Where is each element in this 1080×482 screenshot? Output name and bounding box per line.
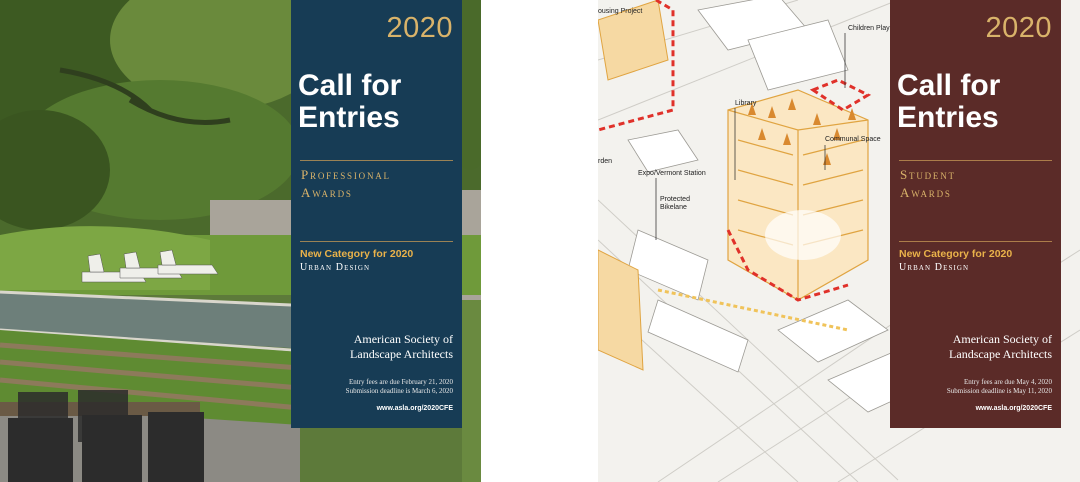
organization-name: American Society of Landscape Architects (949, 332, 1052, 361)
year-label: 2020 (386, 12, 453, 44)
deadline-text: Entry fees are due May 4, 2020 Submissio… (946, 378, 1052, 395)
communal-space-label: Communal Space (825, 136, 881, 143)
year-label: 2020 (985, 12, 1052, 44)
poster-info-panel: 2020 Call for Entries Student Awards New… (890, 0, 1061, 428)
poster-info-panel: 2020 Call for Entries Professional Award… (291, 0, 462, 428)
professional-awards-poster: 2020 Call for Entries Professional Award… (0, 0, 481, 482)
divider (899, 241, 1052, 242)
children-play-label: Children Play (848, 25, 890, 32)
deadline-text: Entry fees are due February 21, 2020 Sub… (345, 378, 453, 395)
category-name: Urban Design (300, 262, 371, 273)
garden-label: rden (598, 158, 613, 165)
category-name: Urban Design (899, 262, 970, 273)
library-label: Library (735, 100, 757, 107)
website-link[interactable]: www.asla.org/2020CFE (976, 405, 1052, 412)
new-category-label: New Category for 2020 (899, 248, 1013, 260)
award-type: Professional Awards (301, 167, 391, 200)
award-type: Student Awards (900, 167, 956, 200)
organization-name: American Society of Landscape Architects (350, 332, 453, 361)
headline: Call for Entries (897, 69, 1001, 134)
housing-project-label: ousing Project (598, 8, 643, 15)
new-category-label: New Category for 2020 (300, 248, 414, 260)
divider (899, 160, 1052, 161)
divider (300, 160, 453, 161)
student-awards-poster: ousing Project Children Play Library Com… (598, 0, 1080, 482)
divider (300, 241, 453, 242)
bikelane-label: Protected Bikelane (660, 196, 690, 211)
website-link[interactable]: www.asla.org/2020CFE (377, 405, 453, 412)
station-label: Expo/Vermont Station (638, 170, 706, 177)
headline: Call for Entries (298, 69, 402, 134)
